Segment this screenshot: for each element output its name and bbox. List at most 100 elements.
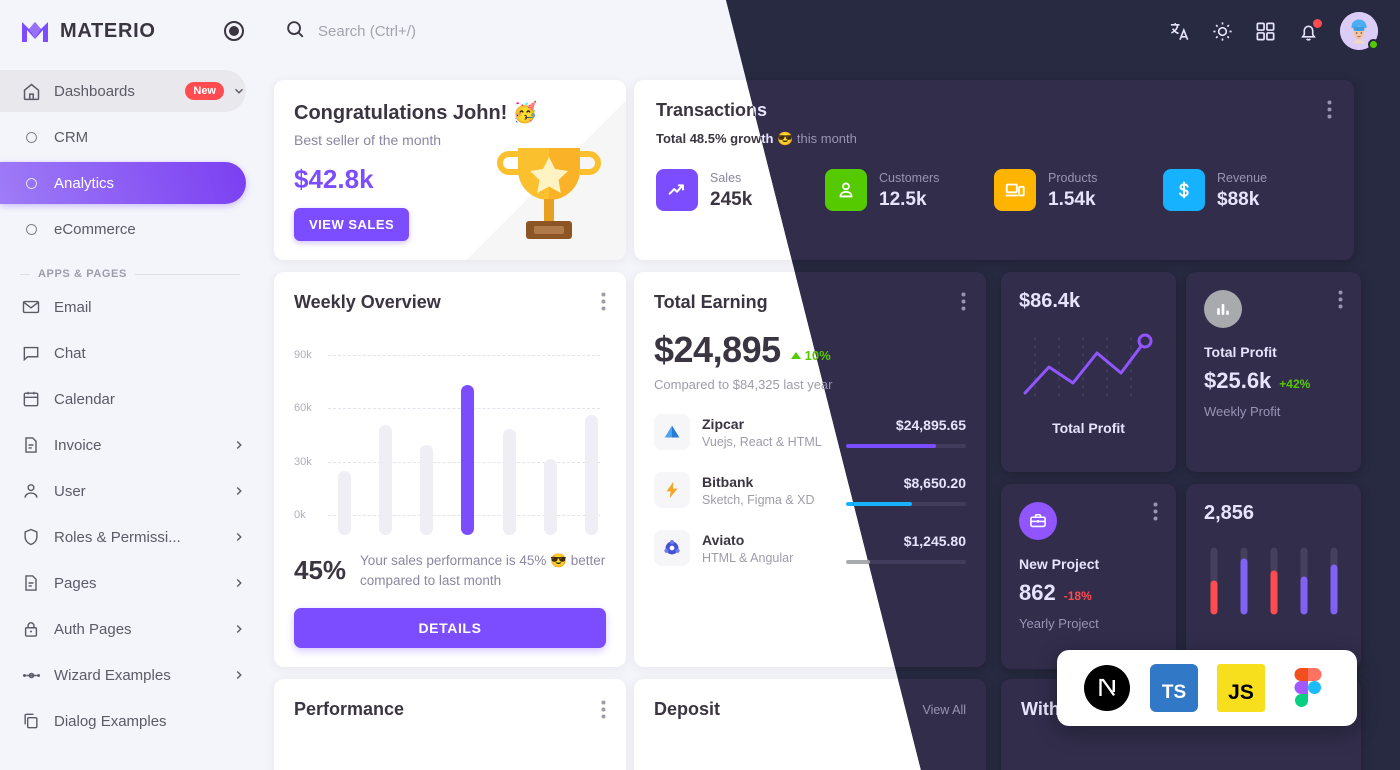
- sidebar-item-label: Chat: [54, 344, 86, 362]
- total-earning-amount: $24,895: [654, 329, 781, 370]
- total-profit-value: $86.4k: [1019, 290, 1081, 312]
- bar[interactable]: [584, 415, 598, 535]
- y-tick-label: 90k: [294, 349, 312, 361]
- sidebar-item-auth-pages[interactable]: Auth Pages: [0, 608, 246, 650]
- earning-progress-fill: [846, 559, 870, 564]
- search-input[interactable]: [318, 22, 658, 40]
- stat-products: Products 1.54k: [994, 169, 1163, 211]
- earning-progress-fill: [846, 501, 912, 506]
- chevron-right-icon: [232, 530, 246, 544]
- earning-progress-track: [846, 443, 966, 448]
- weekly-bar-chart: 90k 60k 30k 0k: [294, 335, 606, 535]
- calendar-icon: [20, 388, 42, 410]
- sidebar: MATERIO Dashboards New CRM Analytics eCo…: [0, 0, 260, 770]
- kebab-menu-icon[interactable]: [601, 700, 606, 719]
- sidebar-item-user[interactable]: User: [0, 470, 246, 512]
- earning-value: $24,895.65: [895, 416, 966, 433]
- translate-icon[interactable]: [1168, 20, 1191, 43]
- sidebar-item-analytics[interactable]: Analytics: [0, 162, 246, 204]
- stat-value: 245k: [710, 189, 753, 210]
- sidebar-item-dashboards[interactable]: Dashboards New: [0, 70, 246, 112]
- sidebar-section-label: APPS & PAGES: [38, 268, 127, 280]
- bar[interactable]: [543, 459, 557, 535]
- details-button[interactable]: DETAILS: [294, 608, 606, 649]
- sidebar-item-dialog-examples[interactable]: Dialog Examples: [0, 700, 246, 742]
- dollar-icon: [1163, 169, 1205, 211]
- sidebar-item-crm[interactable]: CRM: [0, 116, 246, 158]
- sidebar-item-label: CRM: [54, 128, 89, 146]
- total-earning-title: Total Earning: [654, 292, 768, 312]
- sessions-card: 2,856: [1186, 484, 1361, 669]
- earning-value: $1,245.80: [903, 532, 966, 549]
- weekly-note: Your sales performance is 45% 😎 better c…: [360, 553, 606, 588]
- bell-icon[interactable]: [1297, 18, 1322, 43]
- weekly-percent: 45%: [294, 555, 347, 586]
- lock-icon: [20, 618, 42, 640]
- javascript-logo-icon[interactable]: JS: [1216, 664, 1265, 712]
- trend-up-icon: [656, 169, 698, 211]
- copy-icon: [20, 710, 42, 732]
- kebab-menu-icon[interactable]: [1338, 290, 1343, 309]
- grid-apps-icon[interactable]: [1254, 20, 1277, 43]
- y-tick-label: 0k: [294, 509, 306, 521]
- bar[interactable]: [420, 445, 434, 535]
- earning-name: Zipcar: [702, 415, 745, 432]
- deposit-title: Deposit: [654, 699, 721, 719]
- bar[interactable]: [338, 471, 351, 535]
- sidebar-item-invoice[interactable]: Invoice: [0, 424, 246, 466]
- tech-stack-pill: TS JS: [1057, 650, 1357, 726]
- kebab-menu-icon[interactable]: [1327, 100, 1332, 119]
- weekly-profit-value: $25.6k: [1204, 368, 1272, 393]
- stat-customers: Customers 12.5k: [825, 169, 994, 211]
- sidebar-item-wizard-examples[interactable]: Wizard Examples: [0, 654, 246, 696]
- devices-icon: [994, 169, 1036, 211]
- stat-value: $88k: [1217, 189, 1260, 210]
- chevron-down-icon: [232, 84, 246, 98]
- brand-header: MATERIO: [0, 0, 260, 62]
- chevron-right-icon: [232, 576, 246, 590]
- figma-logo-icon[interactable]: [1284, 664, 1332, 712]
- weekly-profit-label: Total Profit: [1204, 344, 1277, 360]
- sidebar-item-email[interactable]: Email: [0, 286, 246, 328]
- bar[interactable]: [502, 429, 516, 535]
- kebab-menu-icon[interactable]: [601, 292, 606, 311]
- svg-text:JS: JS: [1228, 681, 1254, 704]
- nextjs-logo-icon[interactable]: [1083, 664, 1131, 712]
- sun-icon[interactable]: [1211, 20, 1234, 43]
- document-icon: [20, 572, 42, 594]
- collapse-toggle-icon[interactable]: [224, 21, 244, 41]
- sidebar-item-calendar[interactable]: Calendar: [0, 378, 246, 420]
- earning-tech: HTML & Angular: [702, 550, 794, 565]
- sessions-bar-chart: [1204, 545, 1343, 622]
- earning-tech: Sketch, Figma & XD: [702, 492, 815, 507]
- user-icon: [20, 480, 42, 502]
- triangle-up-icon: [790, 352, 801, 359]
- circle-outline-icon: [20, 218, 42, 240]
- sidebar-item-label: eCommerce: [54, 220, 136, 238]
- view-sales-button[interactable]: VIEW SALES: [294, 208, 410, 241]
- bar[interactable]: [379, 425, 393, 535]
- sidebar-item-roles-permissions[interactable]: Roles & Permissi...: [0, 516, 246, 558]
- avatar[interactable]: [1340, 12, 1379, 50]
- typescript-logo-icon[interactable]: TS: [1149, 664, 1198, 712]
- stat-label: Customers: [879, 171, 940, 185]
- bar-highlighted[interactable]: [461, 385, 475, 535]
- weekly-profit-delta: +42%: [1279, 377, 1311, 391]
- sidebar-item-label: Invoice: [54, 436, 102, 454]
- sidebar-item-ecommerce[interactable]: eCommerce: [0, 208, 246, 250]
- new-project-label: New Project: [1019, 556, 1100, 572]
- sidebar-badge-new: New: [185, 82, 224, 100]
- kebab-menu-icon[interactable]: [961, 292, 966, 311]
- chat-bubble-icon: [20, 342, 42, 364]
- new-project-sub: Yearly Project: [1019, 616, 1099, 631]
- kebab-menu-icon[interactable]: [1153, 502, 1158, 521]
- briefcase-icon: [1019, 502, 1057, 540]
- deposit-view-all-link[interactable]: View All: [922, 703, 966, 717]
- total-profit-chart-card: $86.4k Total Profit: [1001, 272, 1176, 472]
- sidebar-item-label: Calendar: [54, 390, 115, 408]
- sessions-value: 2,856: [1204, 502, 1255, 524]
- earning-name: Bitbank: [702, 473, 754, 490]
- sidebar-item-chat[interactable]: Chat: [0, 332, 246, 374]
- dots-link-icon: [20, 664, 42, 686]
- sidebar-item-pages[interactable]: Pages: [0, 562, 246, 604]
